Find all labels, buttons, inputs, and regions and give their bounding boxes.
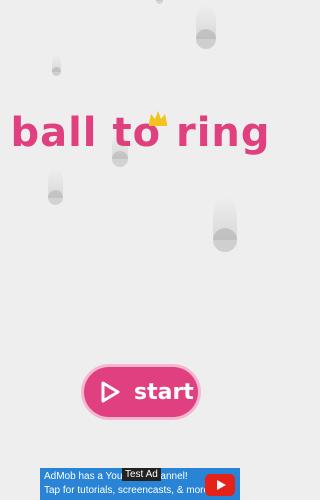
ad-headline: AdMob has a YouTube Channel! bbox=[44, 471, 188, 482]
youtube-icon[interactable] bbox=[205, 474, 235, 496]
play-icon bbox=[101, 381, 120, 403]
ad-subline: Tap for tutorials, screencasts, & more. bbox=[44, 485, 212, 496]
crown-icon bbox=[149, 111, 167, 126]
start-label: start bbox=[134, 379, 194, 405]
game-title: ball to ring bbox=[10, 110, 271, 156]
falling-ball bbox=[196, 5, 216, 49]
falling-ball bbox=[48, 167, 63, 205]
falling-ball bbox=[52, 53, 61, 76]
falling-ball bbox=[213, 196, 237, 252]
test-ad-badge: Test Ad bbox=[122, 468, 161, 481]
falling-ball bbox=[156, 0, 163, 4]
start-button[interactable]: start bbox=[84, 367, 198, 417]
